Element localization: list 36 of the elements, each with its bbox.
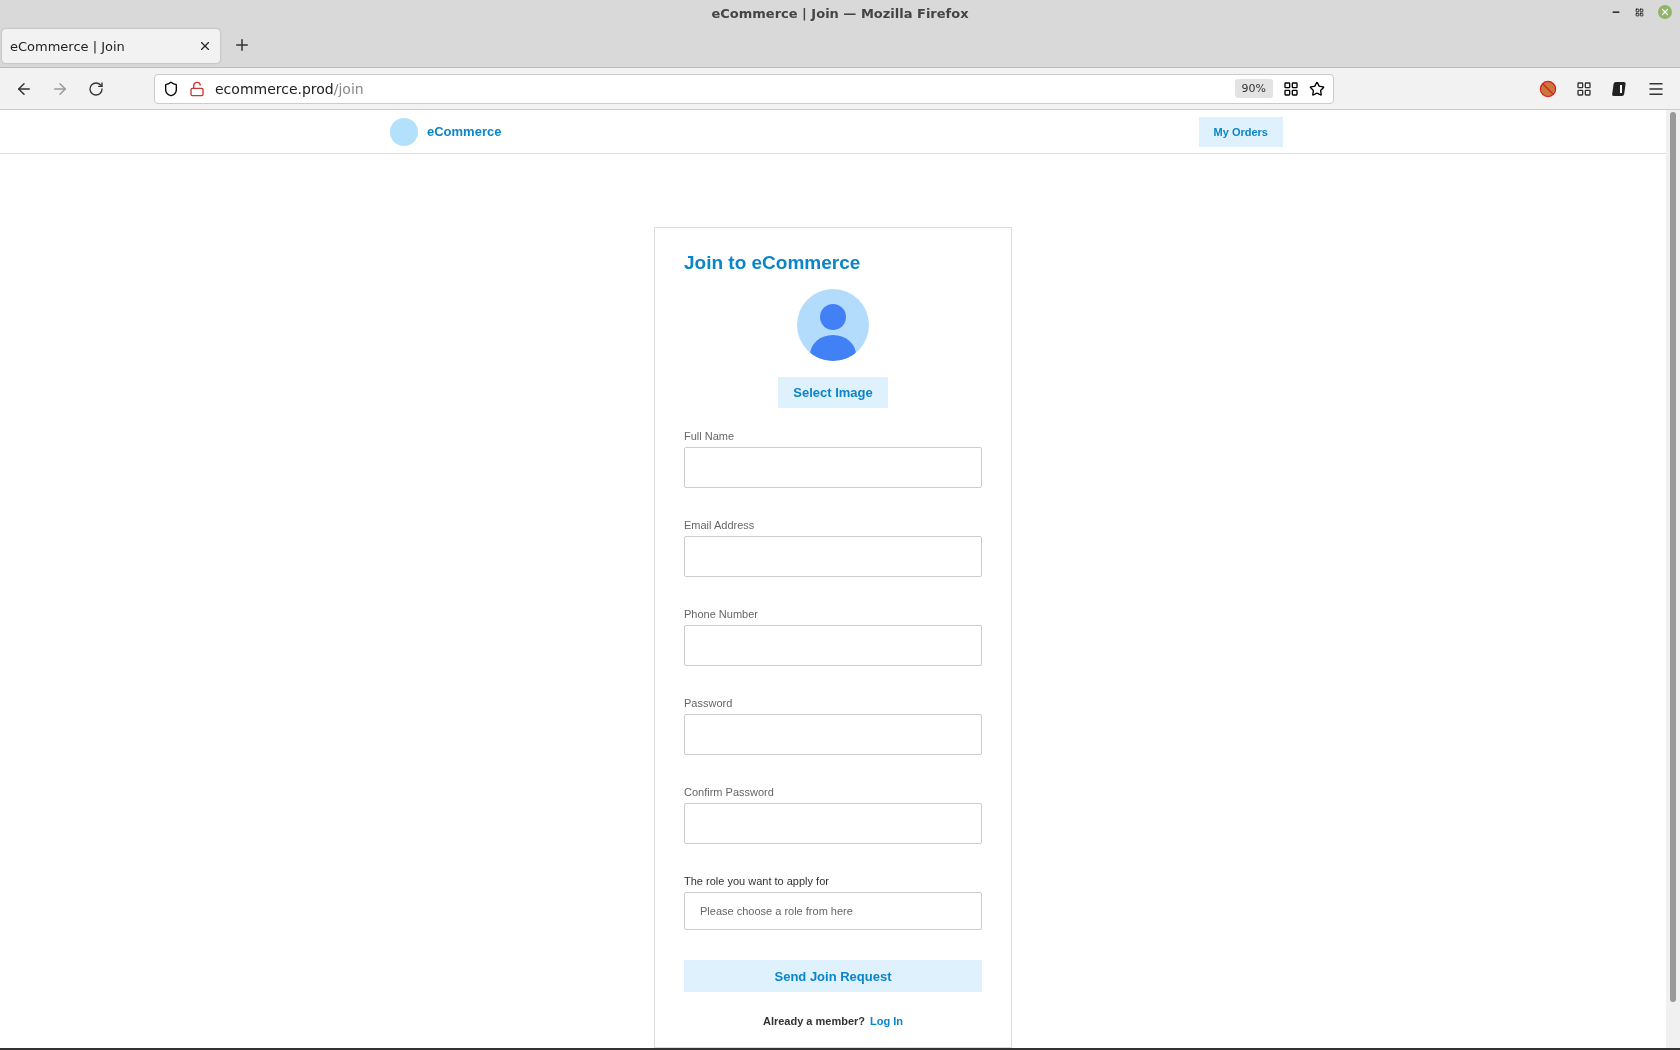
field-label: The role you want to apply for <box>684 875 830 887</box>
browser-tab[interactable]: eCommerce | Join <box>2 29 220 63</box>
insecure-lock-icon <box>189 80 205 97</box>
close-tab-icon[interactable] <box>198 39 212 53</box>
send-join-request-button[interactable]: Send Join Request <box>684 960 982 992</box>
grid-icon[interactable] <box>1283 80 1299 97</box>
window-title: eCommerce | Join — Mozilla Firefox <box>711 6 969 21</box>
avatar-placeholder-icon <box>797 289 869 361</box>
address-bar[interactable]: ecommerce.prod/join 90% <box>154 73 1334 104</box>
scrollbar-thumb[interactable] <box>1670 112 1676 1002</box>
logo-circle <box>390 117 418 146</box>
select-image-button[interactable]: Select Image <box>778 377 888 408</box>
bookmark-star-icon[interactable] <box>1309 80 1325 97</box>
text-input[interactable] <box>684 536 982 577</box>
zoom-level[interactable]: 90% <box>1234 79 1273 98</box>
new-tab-icon[interactable] <box>233 36 251 54</box>
login-link[interactable]: Log In <box>870 1015 904 1027</box>
role-select[interactable]: Please choose a role from here <box>684 892 982 930</box>
text-input[interactable] <box>684 447 982 488</box>
field-label: Confirm Password <box>684 786 775 798</box>
text-input[interactable] <box>684 714 982 755</box>
field-label: Email Address <box>684 519 756 531</box>
my-orders-button[interactable]: My Orders <box>1198 116 1283 147</box>
brand-name[interactable]: eCommerce <box>427 124 502 139</box>
field-label: Phone Number <box>684 608 759 620</box>
extensions-grid-icon[interactable] <box>1576 80 1592 97</box>
shield-icon <box>163 80 179 97</box>
extension-icon[interactable] <box>1612 80 1628 97</box>
reload-icon[interactable] <box>88 80 104 97</box>
text-input[interactable] <box>684 625 982 666</box>
blocked-extension-icon[interactable] <box>1539 79 1557 98</box>
already-member-text: Already a member? <box>762 1015 866 1027</box>
field-label: Full Name <box>684 430 736 442</box>
form-title: Join to eCommerce <box>684 252 862 274</box>
text-input[interactable] <box>684 803 982 844</box>
field-label: Password <box>684 697 734 709</box>
